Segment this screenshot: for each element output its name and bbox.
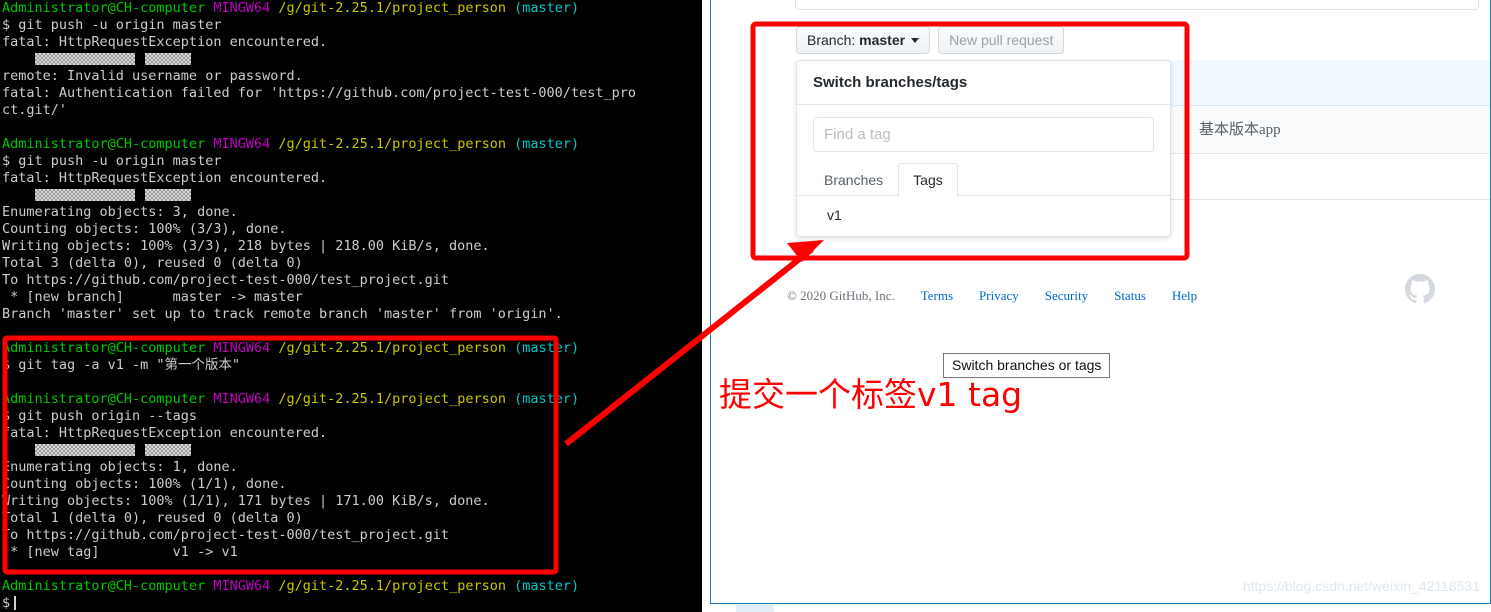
terminal-line: $ git push -u origin master bbox=[2, 17, 222, 33]
terminal-line: Total 3 (delta 0), reused 0 (delta 0) bbox=[2, 255, 303, 271]
terminal-line: * [new branch] master -> master bbox=[2, 289, 303, 305]
footer-link-status[interactable]: Status bbox=[1114, 288, 1146, 304]
bottom-tab-sliver bbox=[736, 605, 774, 612]
prompt-user: Administrator@CH-computer bbox=[2, 136, 206, 152]
redaction-block bbox=[144, 444, 191, 456]
branch-toolbar: Branch: master New pull request bbox=[796, 26, 1065, 54]
dropdown-search-wrap bbox=[797, 105, 1170, 162]
redaction-block bbox=[34, 444, 135, 456]
terminal-line: Enumerating objects: 1, done. bbox=[2, 459, 238, 475]
terminal-prompt-line: Administrator@CH-computer MINGW64 /g/git… bbox=[2, 136, 702, 153]
redaction-block bbox=[34, 189, 135, 201]
github-logo-icon bbox=[1405, 274, 1435, 304]
terminal-line: Branch 'master' set up to track remote b… bbox=[2, 306, 563, 322]
tab-tags[interactable]: Tags bbox=[898, 163, 958, 196]
branch-button-prefix: Branch: bbox=[807, 32, 856, 48]
tag-list-item-v1[interactable]: v1 bbox=[797, 196, 1170, 236]
footer-link-security[interactable]: Security bbox=[1045, 288, 1088, 304]
terminal-line: fatal: HttpRequestException encountered. bbox=[2, 425, 328, 441]
prompt-shell: MINGW64 bbox=[213, 578, 271, 594]
terminal-line: $ git tag -a v1 -m "第一个版本" bbox=[2, 357, 241, 373]
prompt-shell: MINGW64 bbox=[213, 391, 271, 407]
terminal-line: fatal: HttpRequestException encountered. bbox=[2, 170, 328, 186]
terminal-line: $ git push -u origin master bbox=[2, 153, 222, 169]
new-pull-request-button[interactable]: New pull request bbox=[938, 26, 1065, 54]
prompt-branch: (master) bbox=[514, 0, 580, 16]
find-a-tag-input[interactable] bbox=[813, 117, 1154, 152]
terminal-cursor-line: $ bbox=[2, 595, 702, 612]
terminal-prompt-line: Administrator@CH-computer MINGW64 /g/git… bbox=[2, 0, 702, 17]
prompt-user: Administrator@CH-computer bbox=[2, 340, 206, 356]
terminal-redacted-line bbox=[2, 51, 702, 68]
footer-link-help[interactable]: Help bbox=[1172, 288, 1197, 304]
terminal-prompt-line: Administrator@CH-computer MINGW64 /g/git… bbox=[2, 578, 702, 595]
github-browser-panel: 基本版本app Branch: master New pull request … bbox=[710, 0, 1491, 604]
screenshot-root: Administrator@CH-computer MINGW64 /g/git… bbox=[0, 0, 1491, 612]
prompt-branch: (master) bbox=[514, 136, 580, 152]
prompt-path: /g/git-2.25.1/project_person bbox=[278, 391, 506, 407]
tab-branches[interactable]: Branches bbox=[809, 163, 898, 196]
prompt-branch: (master) bbox=[514, 391, 580, 407]
copyright-text: © 2020 GitHub, Inc. bbox=[787, 288, 895, 303]
clipped-top-field bbox=[795, 0, 1479, 10]
terminal-prompt-line: Administrator@CH-computer MINGW64 /g/git… bbox=[2, 340, 702, 357]
csdn-watermark: https://blog.csdn.net/weixin_42118531 bbox=[1242, 578, 1480, 594]
prompt-path: /g/git-2.25.1/project_person bbox=[278, 578, 506, 594]
terminal-redacted-line bbox=[2, 187, 702, 204]
terminal-line: Counting objects: 100% (1/1), done. bbox=[2, 476, 287, 492]
branch-button-value: master bbox=[859, 32, 906, 48]
dropdown-tabs: Branches Tags bbox=[797, 162, 1170, 196]
redaction-block bbox=[34, 53, 135, 65]
terminal-line: fatal: HttpRequestException encountered. bbox=[2, 34, 328, 50]
text-cursor bbox=[14, 596, 17, 610]
terminal-line: * [new tag] v1 -> v1 bbox=[2, 544, 238, 560]
terminal-line: $ git push origin --tags bbox=[2, 408, 198, 424]
github-footer: © 2020 GitHub, Inc. Terms Privacy Securi… bbox=[711, 274, 1490, 304]
terminal-line: fatal: Authentication failed for 'https:… bbox=[2, 85, 636, 101]
terminal-line: To https://github.com/project-test-000/t… bbox=[2, 272, 450, 288]
git-bash-terminal[interactable]: Administrator@CH-computer MINGW64 /g/git… bbox=[0, 0, 702, 612]
prompt-user: Administrator@CH-computer bbox=[2, 578, 206, 594]
branch-select-button[interactable]: Branch: master bbox=[796, 26, 931, 54]
terminal-line: To https://github.com/project-test-000/t… bbox=[2, 527, 450, 543]
terminal-prompt-line: Administrator@CH-computer MINGW64 /g/git… bbox=[2, 391, 702, 408]
chinese-annotation-text: 提交一个标签v1 tag bbox=[719, 375, 1023, 414]
dropdown-header: Switch branches/tags bbox=[797, 61, 1170, 105]
chevron-down-icon bbox=[911, 38, 920, 43]
prompt-path: /g/git-2.25.1/project_person bbox=[278, 0, 506, 16]
redaction-block bbox=[144, 189, 191, 201]
terminal-line: Counting objects: 100% (3/3), done. bbox=[2, 221, 287, 237]
terminal-line: Writing objects: 100% (1/1), 171 bytes |… bbox=[2, 493, 490, 509]
footer-link-terms[interactable]: Terms bbox=[921, 288, 953, 304]
terminal-line: Writing objects: 100% (3/3), 218 bytes |… bbox=[2, 238, 490, 254]
prompt-user: Administrator@CH-computer bbox=[2, 0, 206, 16]
branch-tag-dropdown: Switch branches/tags Branches Tags v1 bbox=[796, 60, 1171, 237]
redaction-block bbox=[144, 53, 191, 65]
terminal-line: Enumerating objects: 3, done. bbox=[2, 204, 238, 220]
footer-link-privacy[interactable]: Privacy bbox=[979, 288, 1019, 304]
prompt-path: /g/git-2.25.1/project_person bbox=[278, 340, 506, 356]
prompt-shell: MINGW64 bbox=[213, 340, 271, 356]
terminal-line: remote: Invalid username or password. bbox=[2, 68, 303, 84]
prompt-user: Administrator@CH-computer bbox=[2, 391, 206, 407]
terminal-redacted-line bbox=[2, 442, 702, 459]
prompt-branch: (master) bbox=[514, 340, 580, 356]
prompt-branch: (master) bbox=[514, 578, 580, 594]
prompt-shell: MINGW64 bbox=[213, 0, 271, 16]
terminal-line: ct.git/' bbox=[2, 102, 68, 118]
terminal-line: Total 1 (delta 0), reused 0 (delta 0) bbox=[2, 510, 303, 526]
prompt-shell: MINGW64 bbox=[213, 136, 271, 152]
prompt-path: /g/git-2.25.1/project_person bbox=[278, 136, 506, 152]
